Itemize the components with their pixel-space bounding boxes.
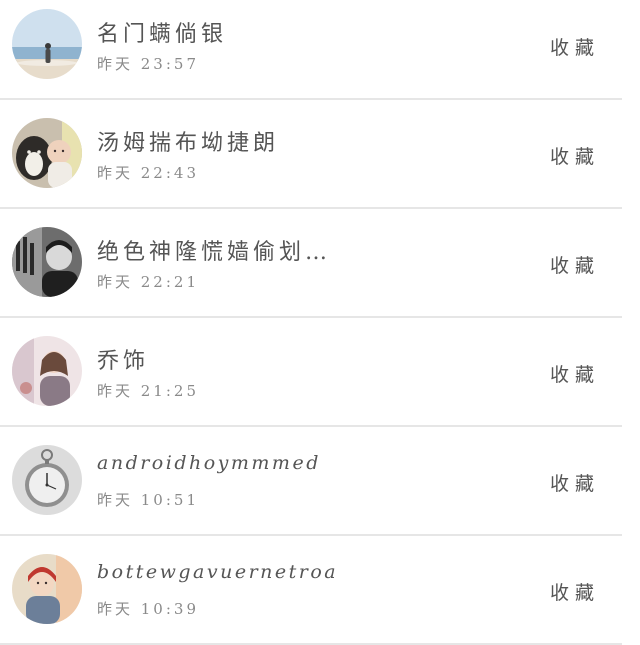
child-winter-avatar [12, 554, 82, 624]
dog-and-baby-avatar [12, 118, 82, 188]
favorites-list: 名门螨倘银 昨天 23:57 收藏 汤姆揣布坳捷朗 昨天 22:43 收藏 绝色… [0, 0, 622, 645]
favorite-button[interactable]: 收藏 [550, 142, 600, 169]
favorite-button[interactable]: 收藏 [550, 469, 600, 496]
item-time: 昨天 23:57 [97, 55, 199, 73]
bw-portrait-avatar [12, 227, 82, 297]
list-item[interactable]: 汤姆揣布坳捷朗 昨天 22:43 收藏 [0, 100, 622, 209]
favorite-button[interactable]: 收藏 [550, 251, 600, 278]
item-time: 昨天 21:25 [97, 382, 199, 400]
item-time: 昨天 22:43 [97, 164, 199, 182]
favorite-button[interactable]: 收藏 [550, 360, 600, 387]
list-item[interactable]: 乔饰 昨天 21:25 收藏 [0, 318, 622, 427]
list-item[interactable]: bottewgavuernetroa 昨天 10:39 收藏 [0, 536, 622, 645]
item-name: 名门螨倘银 [97, 22, 228, 47]
item-name: androidhoymmmed [97, 452, 321, 474]
beach-person-avatar [12, 9, 82, 79]
girl-photo-avatar [12, 336, 82, 406]
item-time: 昨天 22:21 [97, 273, 199, 291]
favorite-button[interactable]: 收藏 [550, 33, 600, 60]
item-name: 乔饰 [97, 349, 150, 374]
pocket-watch-avatar [12, 445, 82, 515]
item-name: 绝色神隆慌嫱偷划… [97, 240, 332, 265]
list-item[interactable]: 绝色神隆慌嫱偷划… 昨天 22:21 收藏 [0, 209, 622, 318]
item-name: 汤姆揣布坳捷朗 [97, 131, 280, 156]
item-time: 昨天 10:39 [97, 600, 199, 618]
list-item[interactable]: 名门螨倘银 昨天 23:57 收藏 [0, 0, 622, 100]
list-item[interactable]: androidhoymmmed 昨天 10:51 收藏 [0, 427, 622, 536]
item-name: bottewgavuernetroa [97, 561, 339, 583]
item-time: 昨天 10:51 [97, 491, 199, 509]
favorite-button[interactable]: 收藏 [550, 578, 600, 605]
